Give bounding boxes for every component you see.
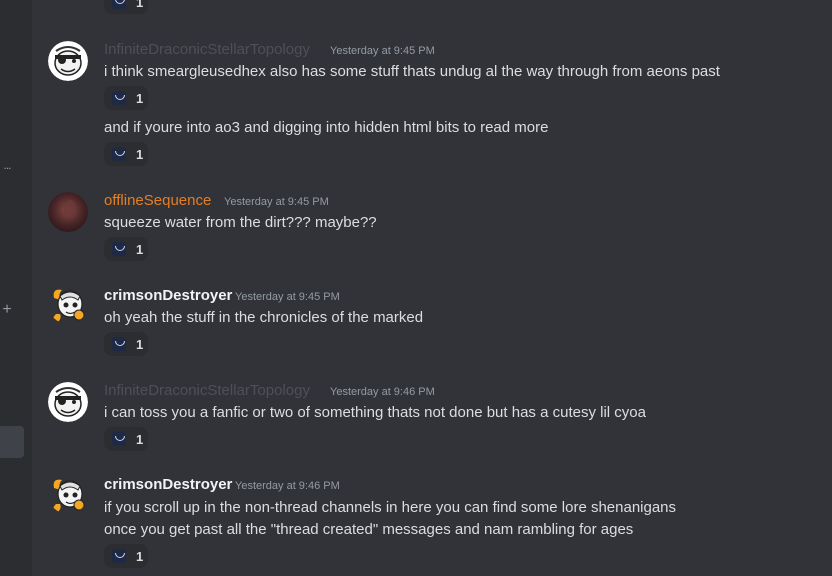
dark-red-avatar-icon (48, 192, 88, 232)
smile-emoji-icon (112, 242, 126, 256)
message-list: 1 InfiniteDraconicStellarTopology Yester… (32, 0, 832, 576)
smile-emoji-icon (112, 147, 126, 161)
reaction-count: 1 (136, 0, 144, 10)
username[interactable]: InfiniteDraconicStellarTopology (104, 40, 310, 60)
timestamp: Yesterday at 9:45 PM (224, 196, 329, 208)
avatar[interactable] (48, 192, 88, 232)
username[interactable]: InfiniteDraconicStellarTopology (104, 381, 310, 401)
reaction-count: 1 (136, 90, 144, 106)
reaction-count: 1 (136, 336, 144, 352)
username[interactable]: crimsonDestroyer (104, 475, 232, 495)
avatar[interactable] (48, 41, 88, 81)
timestamp: Yesterday at 9:45 PM (235, 291, 340, 303)
smile-emoji-icon (112, 0, 126, 9)
message-text: squeeze water from the dirt??? maybe?? (104, 214, 377, 231)
reaction-count: 1 (136, 146, 144, 162)
orange-character-avatar-icon (48, 284, 88, 324)
sidebar-item-selected[interactable] (0, 426, 24, 458)
smile-emoji-icon (112, 91, 126, 105)
message-text: i think smeargleusedhex also has some st… (104, 63, 720, 80)
app-window: ... + 1 InfiniteDraconicStellarTopology … (0, 0, 832, 576)
smile-emoji-icon (112, 549, 126, 563)
reaction-button[interactable]: 1 (104, 142, 148, 166)
reaction-count: 1 (136, 431, 144, 447)
avatar[interactable] (48, 284, 88, 324)
message-text: once you get past all the "thread create… (104, 521, 634, 538)
message-text: if you scroll up in the non-thread chann… (104, 499, 677, 516)
message-text: i can toss you a fanfic or two of someth… (104, 404, 646, 421)
username[interactable]: crimsonDestroyer (104, 286, 232, 306)
reaction-button[interactable]: 1 (104, 544, 148, 568)
timestamp: Yesterday at 9:45 PM (330, 45, 435, 57)
smile-emoji-icon (112, 432, 126, 446)
message-text: and if youre into ao3 and digging into h… (104, 119, 549, 136)
message-text: oh yeah the stuff in the chronicles of t… (104, 309, 424, 326)
skull-eyepatch-avatar-icon (48, 41, 88, 81)
reaction-button[interactable]: 1 (104, 0, 148, 14)
skull-eyepatch-avatar-icon (48, 382, 88, 422)
reaction-button[interactable]: 1 (104, 332, 148, 356)
username[interactable]: offlineSequence (104, 191, 211, 211)
channel-sidebar: ... + (0, 0, 32, 576)
reaction-count: 1 (136, 241, 144, 257)
timestamp: Yesterday at 9:46 PM (330, 386, 435, 398)
more-dots-icon[interactable]: ... (0, 158, 14, 172)
reaction-button[interactable]: 1 (104, 237, 148, 261)
timestamp: Yesterday at 9:46 PM (235, 480, 340, 492)
smile-emoji-icon (112, 337, 126, 351)
reaction-count: 1 (136, 548, 144, 564)
add-icon[interactable]: + (0, 302, 14, 318)
avatar[interactable] (48, 382, 88, 422)
avatar[interactable] (48, 474, 88, 514)
reaction-button[interactable]: 1 (104, 427, 148, 451)
reaction-button[interactable]: 1 (104, 86, 148, 110)
orange-character-avatar-icon (48, 474, 88, 514)
